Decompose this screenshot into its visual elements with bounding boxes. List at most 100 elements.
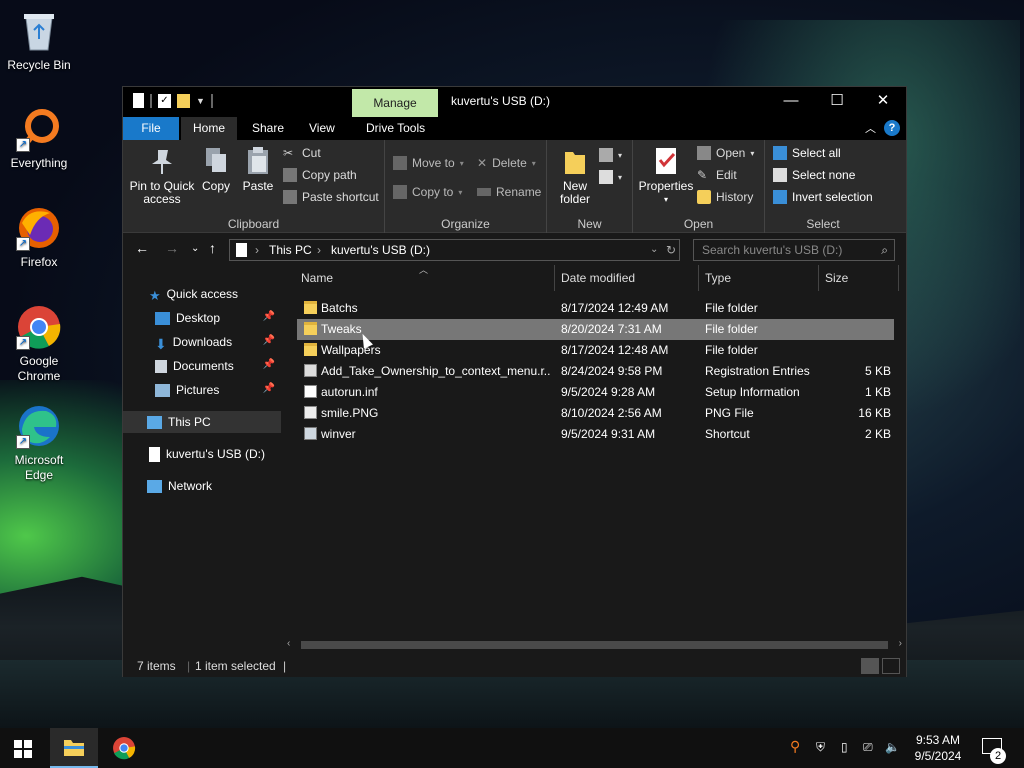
properties-check-icon[interactable]: ✓ bbox=[158, 93, 171, 108]
chevron-down-icon: ▾ bbox=[750, 148, 755, 158]
network-icon[interactable]: ⎚ bbox=[863, 740, 873, 755]
document-icon[interactable] bbox=[133, 93, 144, 108]
search-input[interactable] bbox=[694, 240, 872, 260]
chevron-down-icon[interactable]: ⌄ bbox=[650, 244, 658, 255]
paste-shortcut-button[interactable]: Paste shortcut bbox=[283, 188, 379, 206]
nav-documents[interactable]: Documents 📌 bbox=[123, 355, 281, 377]
copy-button[interactable]: Copy bbox=[199, 146, 233, 193]
new-item-button[interactable]: ▾ bbox=[599, 146, 622, 164]
manage-tab[interactable]: Manage bbox=[352, 89, 438, 117]
edit-button[interactable]: ✎ Edit bbox=[697, 166, 737, 184]
security-shield-icon[interactable]: ⛨ bbox=[816, 740, 825, 755]
scrollbar-thumb[interactable] bbox=[301, 641, 888, 649]
nav-desktop[interactable]: Desktop 📌 bbox=[123, 307, 281, 329]
properties-button[interactable]: Properties ▾ bbox=[637, 146, 695, 206]
column-header-size[interactable]: Size bbox=[819, 265, 899, 291]
window-title: kuvertu's USB (D:) bbox=[451, 94, 550, 108]
details-view-button[interactable] bbox=[861, 658, 879, 674]
rename-button[interactable]: Rename bbox=[477, 183, 541, 201]
nav-network[interactable]: Network bbox=[123, 475, 281, 497]
column-header-name[interactable]: Name bbox=[295, 265, 555, 291]
minimize-button[interactable]: — bbox=[768, 87, 814, 117]
chevron-down-icon: ▾ bbox=[618, 150, 623, 160]
taskbar-chrome[interactable] bbox=[100, 728, 148, 768]
new-folder-icon[interactable] bbox=[177, 93, 190, 108]
paste-button[interactable]: Paste bbox=[241, 146, 275, 193]
desktop-icon-microsoft-edge[interactable]: ↗ Microsoft Edge bbox=[4, 403, 74, 483]
file-row[interactable]: Wallpapers 8/17/2024 12:48 AM File folde… bbox=[297, 340, 894, 361]
desktop-icon-google-chrome[interactable]: ↗ Google Chrome bbox=[4, 304, 74, 384]
nav-usb-drive[interactable]: kuvertu's USB (D:) bbox=[123, 443, 281, 465]
tab-share[interactable]: Share bbox=[240, 117, 296, 140]
scroll-right-icon[interactable]: › bbox=[899, 638, 902, 649]
volume-muted-icon[interactable]: 🔈 bbox=[885, 740, 900, 754]
column-header-date[interactable]: Date modified bbox=[555, 265, 699, 291]
taskbar: ⚲ ⛨ ▯ ⎚ 🔈 9:53 AM 9/5/2024 2 bbox=[0, 728, 1024, 768]
up-button[interactable]: ↑ bbox=[209, 240, 216, 256]
select-all-button[interactable]: Select all bbox=[773, 144, 841, 162]
forward-button[interactable]: → bbox=[165, 240, 179, 256]
close-button[interactable]: ✕ bbox=[860, 87, 906, 117]
start-button[interactable] bbox=[14, 740, 32, 758]
column-header-type[interactable]: Type bbox=[699, 265, 819, 291]
nav-quick-access[interactable]: ★ Quick access bbox=[123, 283, 281, 305]
invert-selection-button[interactable]: Invert selection bbox=[773, 188, 873, 206]
refresh-icon[interactable]: ↻ bbox=[666, 243, 676, 257]
nav-label: kuvertu's USB (D:) bbox=[166, 447, 265, 461]
desktop-icon-recycle-bin[interactable]: Recycle Bin bbox=[4, 8, 74, 73]
file-row[interactable]: Add_Take_Ownership_to_context_menu.r... … bbox=[297, 361, 894, 382]
history-button[interactable]: History bbox=[697, 188, 753, 206]
select-none-button[interactable]: Select none bbox=[773, 166, 855, 184]
usb-eject-icon[interactable]: ▯ bbox=[841, 740, 848, 754]
nav-this-pc[interactable]: This PC bbox=[123, 411, 281, 433]
tab-view[interactable]: View bbox=[297, 117, 347, 140]
chevron-up-icon[interactable]: ︿ bbox=[865, 120, 876, 136]
large-icons-view-button[interactable] bbox=[882, 658, 900, 674]
address-bar[interactable]: › This PC › kuvertu's USB (D:) ⌄ ↻ bbox=[229, 239, 680, 261]
copy-to-button[interactable]: Copy to ▾ bbox=[393, 183, 462, 201]
title-bar[interactable]: ✓ ▼ Manage kuvertu's USB (D:) — ☐ ✕ bbox=[123, 87, 906, 117]
horizontal-scrollbar[interactable]: ‹ › bbox=[283, 637, 906, 654]
taskbar-file-explorer[interactable] bbox=[50, 728, 98, 768]
tab-drive-tools[interactable]: Drive Tools bbox=[354, 117, 437, 140]
image-file-icon bbox=[304, 406, 317, 419]
search-icon[interactable]: ⌕ bbox=[881, 243, 888, 258]
file-name: autorun.inf bbox=[321, 385, 378, 399]
scroll-left-icon[interactable]: ‹ bbox=[287, 638, 290, 649]
breadcrumb-this-pc[interactable]: This PC bbox=[269, 243, 312, 257]
nav-downloads[interactable]: ⬇ Downloads 📌 bbox=[123, 331, 281, 353]
file-row-selected[interactable]: Tweaks 8/20/2024 7:31 AM File folder bbox=[297, 319, 894, 340]
open-button[interactable]: Open ▾ bbox=[697, 144, 754, 162]
desktop-icon-firefox[interactable]: ↗ Firefox bbox=[4, 205, 74, 270]
file-date: 8/20/2024 7:31 AM bbox=[561, 322, 662, 336]
shortcut-arrow-icon: ↗ bbox=[16, 435, 30, 449]
quick-access-toolbar: ✓ ▼ bbox=[133, 93, 213, 108]
move-to-button[interactable]: Move to ▾ bbox=[393, 154, 464, 172]
everything-tray-icon[interactable]: ⚲ bbox=[790, 738, 800, 755]
copy-path-button[interactable]: Copy path bbox=[283, 166, 357, 184]
file-row[interactable]: smile.PNG 8/10/2024 2:56 AM PNG File 16 … bbox=[297, 403, 894, 424]
recent-locations-button[interactable]: ⌄ bbox=[191, 243, 199, 254]
cut-button[interactable]: ✂ Cut bbox=[283, 144, 321, 162]
tab-home[interactable]: Home bbox=[181, 117, 238, 140]
pin-to-quick-access-button[interactable]: Pin to Quick access bbox=[129, 146, 195, 206]
delete-button[interactable]: ✕ Delete ▾ bbox=[477, 154, 536, 172]
file-row[interactable]: autorun.inf 9/5/2024 9:28 AM Setup Infor… bbox=[297, 382, 894, 403]
file-row[interactable]: Batchs 8/17/2024 12:49 AM File folder bbox=[297, 298, 894, 319]
help-icon[interactable]: ? bbox=[884, 120, 900, 136]
scissors-icon: ✂ bbox=[283, 146, 294, 160]
new-folder-button[interactable]: New folder bbox=[555, 146, 595, 206]
breadcrumb-usb[interactable]: kuvertu's USB (D:) bbox=[331, 243, 430, 257]
file-row[interactable]: winver 9/5/2024 9:31 AM Shortcut 2 KB bbox=[297, 424, 894, 445]
maximize-button[interactable]: ☐ bbox=[814, 87, 860, 117]
tab-file[interactable]: File bbox=[123, 117, 179, 140]
clock-date: 9/5/2024 bbox=[914, 749, 962, 763]
easy-access-button[interactable]: ▾ bbox=[599, 168, 622, 186]
desktop-icon-everything[interactable]: ↗ Everything bbox=[4, 106, 74, 171]
group-label-select: Select bbox=[806, 217, 840, 231]
nav-label: Network bbox=[168, 479, 213, 493]
back-button[interactable]: ← bbox=[135, 240, 149, 256]
system-clock[interactable]: 9:53 AM 9/5/2024 bbox=[905, 732, 971, 764]
chevron-down-icon[interactable]: ▼ bbox=[196, 96, 205, 106]
nav-pictures[interactable]: Pictures 📌 bbox=[123, 379, 281, 401]
